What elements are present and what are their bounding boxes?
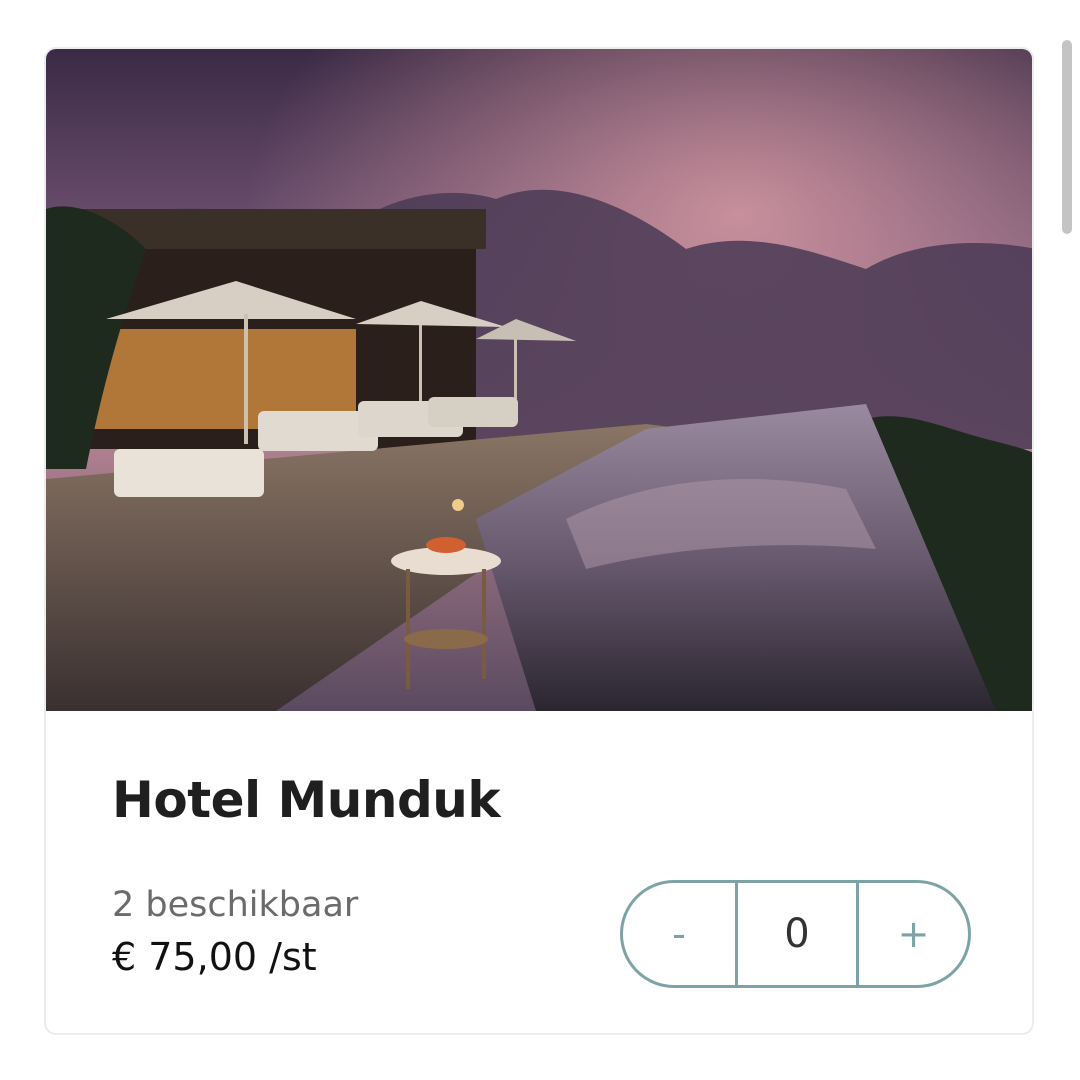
hotel-photo — [46, 49, 1032, 711]
scrollbar[interactable] — [1062, 40, 1072, 234]
increment-button[interactable]: + — [859, 883, 968, 985]
quantity-stepper: - 0 + — [620, 880, 971, 988]
quantity-value[interactable]: 0 — [735, 883, 859, 985]
product-card: Hotel Munduk 2 beschikbaar € 75,00 /st -… — [44, 47, 1034, 1035]
price-text: € 75,00 /st — [112, 935, 317, 979]
hotel-title: Hotel Munduk — [112, 771, 501, 829]
decrement-button[interactable]: - — [623, 883, 735, 985]
price-amount: € 75,00 — [112, 935, 258, 979]
price-unit: /st — [269, 935, 317, 979]
availability-text: 2 beschikbaar — [112, 885, 359, 925]
